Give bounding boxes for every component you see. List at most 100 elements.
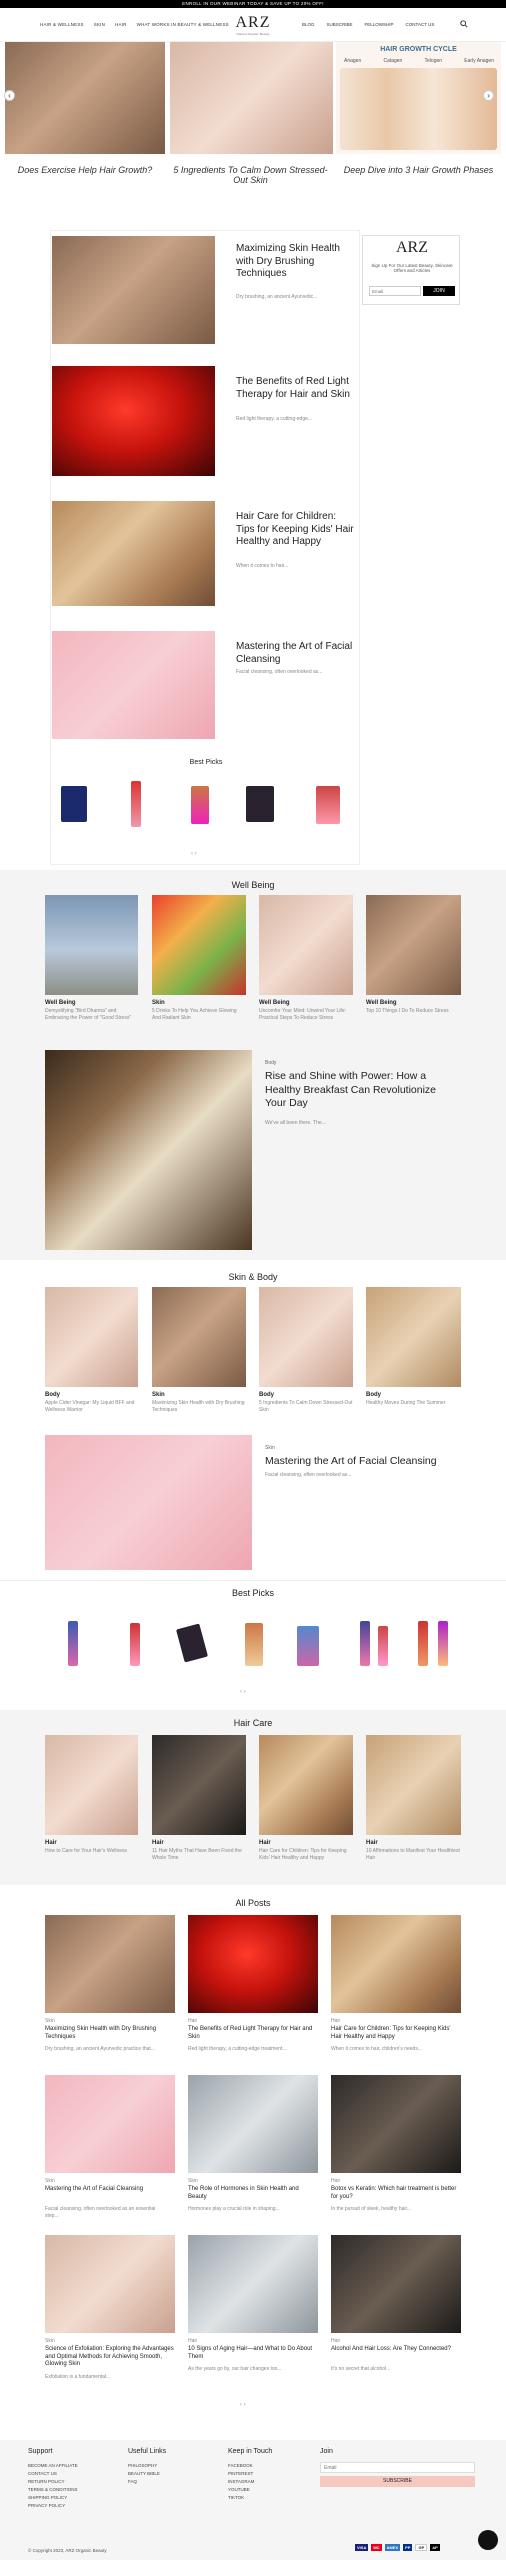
chat-widget-icon[interactable] — [478, 2530, 498, 2550]
haircare-image-2[interactable] — [152, 1735, 246, 1835]
featured-image-2[interactable] — [52, 366, 215, 476]
best-picks-nav[interactable]: ‹ › — [240, 1689, 246, 1695]
nav-link-hair-wellness[interactable]: HAIR & WELLNESS — [40, 22, 84, 27]
hero-title-1[interactable]: Does Exercise Help Hair Growth? — [5, 165, 165, 185]
featured-title-2[interactable]: The Benefits of Red Light Therapy for Ha… — [236, 376, 356, 401]
newsletter-email-input[interactable] — [369, 286, 421, 296]
post-title-9[interactable]: Alcohol And Hair Loss: Are They Connecte… — [331, 2346, 461, 2354]
footer-link-return[interactable]: RETURN POLICY — [28, 2478, 78, 2486]
post-image-8[interactable] — [188, 2235, 318, 2333]
best-pick-8[interactable] — [418, 1621, 428, 1666]
post-image-9[interactable] — [331, 2235, 461, 2333]
footer-email-input[interactable] — [320, 2462, 475, 2473]
post-title-2[interactable]: The Benefits of Red Light Therapy for Ha… — [188, 2026, 318, 2041]
footer-link-affiliate[interactable]: BECOME AN AFFILIATE — [28, 2462, 78, 2470]
allposts-pagination[interactable]: ‹ › — [240, 2402, 246, 2408]
post-title-4[interactable]: Mastering the Art of Facial Cleansing — [45, 2186, 175, 2194]
featured-image-1[interactable] — [52, 236, 215, 344]
hero-prev-button[interactable]: ‹ — [4, 90, 15, 101]
hero-next-button[interactable]: › — [483, 90, 494, 101]
facial-title[interactable]: Mastering the Art of Facial Cleansing — [265, 1455, 465, 1467]
featured-title-4[interactable]: Mastering the Art of Facial Cleansing — [236, 641, 356, 666]
hero-title-2[interactable]: 5 Ingredients To Calm Down Stressed-Out … — [169, 165, 332, 185]
footer-link-youtube[interactable]: YOUTUBE — [228, 2486, 254, 2494]
hero-title-3[interactable]: Deep Dive into 3 Hair Growth Phases — [336, 165, 501, 185]
featured-title-3[interactable]: Hair Care for Children: Tips for Keeping… — [236, 511, 356, 549]
haircare-image-4[interactable] — [366, 1735, 461, 1835]
post-image-7[interactable] — [45, 2235, 175, 2333]
wellbeing-image-4[interactable] — [366, 895, 461, 995]
footer-link-faq[interactable]: FAQ — [128, 2478, 160, 2486]
haircare-title-2[interactable]: 11 Hair Myths That Have Been Fixed the W… — [152, 1848, 246, 1861]
post-title-7[interactable]: Science of Exfoliation: Exploring the Ad… — [45, 2346, 175, 2369]
best-pick-7[interactable] — [378, 1626, 388, 1666]
post-title-1[interactable]: Maximizing Skin Health with Dry Brushing… — [45, 2026, 175, 2041]
hero-image-1[interactable] — [5, 42, 165, 154]
product-thumb-2[interactable] — [131, 781, 141, 827]
product-thumb-1[interactable] — [61, 786, 87, 822]
best-pick-9[interactable] — [438, 1621, 448, 1666]
nav-link-contact[interactable]: CONTACT US — [406, 22, 435, 27]
breakfast-title[interactable]: Rise and Shine with Power: How a Healthy… — [265, 1070, 455, 1111]
wellbeing-image-3[interactable] — [259, 895, 353, 995]
haircare-image-3[interactable] — [259, 1735, 353, 1835]
nav-link-fellowship[interactable]: FELLOWSHIP — [365, 22, 394, 27]
post-title-6[interactable]: Botox vs Keratin: Which hair treatment i… — [331, 2186, 461, 2201]
skinbody-title-2[interactable]: Maximizing Skin Health with Dry Brushing… — [152, 1400, 246, 1413]
best-pick-2[interactable] — [130, 1623, 140, 1666]
footer-link-tiktok[interactable]: TIKTOK — [228, 2494, 254, 2502]
nav-link-what-works[interactable]: WHAT WORKS IN BEAUTY & WELLNESS — [137, 22, 229, 27]
skinbody-title-1[interactable]: Apple Cider Vinegar: My Liquid BFF and W… — [45, 1400, 138, 1413]
skinbody-title-3[interactable]: 5 Ingredients To Calm Down Stressed-Out … — [259, 1400, 353, 1413]
product-thumb-4[interactable] — [246, 786, 274, 822]
hero-image-2[interactable] — [170, 42, 333, 154]
footer-link-instagram[interactable]: INSTAGRAM — [228, 2478, 254, 2486]
wellbeing-title-2[interactable]: 5 Drinks To Help You Achieve Glowing And… — [152, 1008, 246, 1021]
skinbody-title-4[interactable]: Healthy Moves During The Summer — [366, 1400, 461, 1407]
footer-link-privacy[interactable]: PRIVACY POLICY — [28, 2502, 78, 2510]
product-thumb-5[interactable] — [316, 786, 340, 824]
featured-title-1[interactable]: Maximizing Skin Health with Dry Brushing… — [236, 243, 356, 281]
featured-image-4[interactable] — [52, 631, 215, 739]
post-image-2[interactable] — [188, 1915, 318, 2013]
haircare-title-4[interactable]: 10 Affirmations to Manifest Your Healthi… — [366, 1848, 461, 1861]
best-picks-small-nav[interactable]: ‹ › — [191, 851, 197, 857]
footer-link-pinterest[interactable]: PINTEREST — [228, 2470, 254, 2478]
footer-link-terms[interactable]: TERMS & CONDITIONS — [28, 2486, 78, 2494]
newsletter-join-button[interactable]: JOIN — [423, 286, 455, 296]
skinbody-image-3[interactable] — [259, 1287, 353, 1387]
footer-link-shipping[interactable]: SHIPPING POLICY — [28, 2494, 78, 2502]
wellbeing-title-4[interactable]: Top 10 Things I Do To Reduce Stress — [366, 1008, 461, 1015]
post-title-3[interactable]: Hair Care for Children: Tips for Keeping… — [331, 2026, 461, 2041]
post-image-6[interactable] — [331, 2075, 461, 2173]
post-image-5[interactable] — [188, 2075, 318, 2173]
footer-link-contact[interactable]: CONTACT US — [28, 2470, 78, 2478]
best-pick-3[interactable] — [176, 1623, 208, 1663]
best-pick-4[interactable] — [245, 1623, 263, 1666]
wellbeing-image-1[interactable] — [45, 895, 138, 995]
nav-link-hair[interactable]: HAIR — [115, 22, 127, 27]
facial-image[interactable] — [45, 1435, 252, 1570]
wellbeing-image-2[interactable] — [152, 895, 246, 995]
best-pick-6[interactable] — [360, 1621, 370, 1666]
best-pick-5[interactable] — [297, 1626, 319, 1666]
search-icon[interactable] — [460, 20, 468, 28]
post-title-5[interactable]: The Role of Hormones in Skin Health and … — [188, 2186, 318, 2201]
haircare-title-3[interactable]: Hair Care for Children: Tips for Keeping… — [259, 1848, 353, 1861]
post-title-8[interactable]: 10 Signs of Aging Hair—and What to Do Ab… — [188, 2346, 318, 2361]
haircare-image-1[interactable] — [45, 1735, 138, 1835]
best-pick-1[interactable] — [68, 1621, 78, 1666]
wellbeing-title-1[interactable]: Demystifying "Bird Dharma" and Embracing… — [45, 1008, 138, 1021]
featured-image-3[interactable] — [52, 501, 215, 606]
post-image-3[interactable] — [331, 1915, 461, 2013]
nav-link-blog[interactable]: BLOG — [302, 22, 315, 27]
nav-link-skin[interactable]: SKIN — [94, 22, 105, 27]
post-image-4[interactable] — [45, 2075, 175, 2173]
site-logo[interactable]: ARZ Natural Organic Beauty — [228, 14, 278, 36]
post-image-1[interactable] — [45, 1915, 175, 2013]
skinbody-image-1[interactable] — [45, 1287, 138, 1387]
nav-link-subscribe[interactable]: SUBSCRIBE — [327, 22, 353, 27]
footer-link-philosophy[interactable]: PHILOSOPHY — [128, 2462, 160, 2470]
hero-image-3[interactable]: HAIR GROWTH CYCLE Anagen Catagen Telogen… — [336, 42, 501, 154]
footer-link-facebook[interactable]: FACEBOOK — [228, 2462, 254, 2470]
